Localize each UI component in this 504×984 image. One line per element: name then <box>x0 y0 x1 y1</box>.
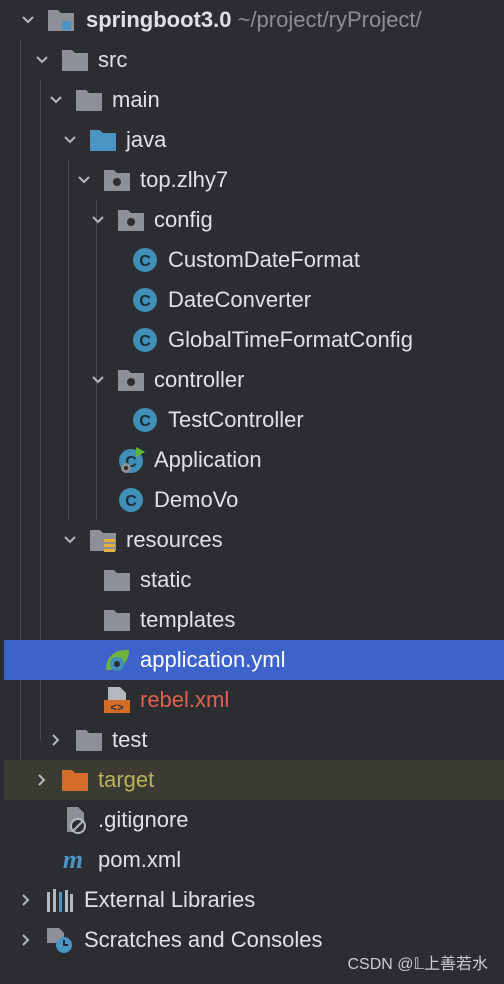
tree-label: DateConverter <box>168 287 312 312</box>
class-icon: C <box>130 246 160 274</box>
package-icon <box>102 166 132 194</box>
tree-label: test <box>112 727 148 752</box>
folder-icon <box>102 566 132 594</box>
tree-label: src <box>98 47 128 72</box>
project-tree: springboot3.0 ~/project/ryProject/ src m… <box>0 0 504 984</box>
chevron-right-icon[interactable] <box>46 720 66 760</box>
spring-yaml-icon <box>102 646 132 674</box>
chevron-down-icon[interactable] <box>88 360 108 400</box>
tree-label: target <box>98 767 155 792</box>
tree-label: top.zlhy7 <box>140 167 229 192</box>
tree-label: resources <box>126 527 223 552</box>
tree-label: config <box>154 207 213 232</box>
excluded-folder-icon <box>60 766 90 794</box>
tree-row-application-yml[interactable]: application.yml <box>4 640 504 680</box>
tree-row-templates[interactable]: templates <box>0 600 504 640</box>
tree-label: java <box>126 127 167 152</box>
tree-row-controller[interactable]: controller <box>0 360 504 400</box>
svg-text:C: C <box>139 253 151 270</box>
folder-icon <box>74 86 104 114</box>
tree-label: CustomDateFormat <box>168 247 360 272</box>
class-icon: C <box>116 486 146 514</box>
tree-row-src[interactable]: src <box>0 40 504 80</box>
tree-row-config[interactable]: config <box>0 200 504 240</box>
chevron-down-icon[interactable] <box>46 80 66 120</box>
tree-label: application.yml <box>140 647 286 672</box>
svg-text:m: m <box>63 846 83 874</box>
tree-label: pom.xml <box>98 847 182 872</box>
tree-label: controller <box>154 367 245 392</box>
chevron-down-icon[interactable] <box>18 0 38 40</box>
class-icon: C <box>130 286 160 314</box>
libraries-icon <box>44 886 74 914</box>
tree-row-resources[interactable]: resources <box>0 520 504 560</box>
scratches-icon <box>44 926 74 954</box>
tree-label: static <box>140 567 192 592</box>
tree-label: DemoVo <box>154 487 239 512</box>
svg-text:<>: <> <box>110 703 124 714</box>
tree-row-test[interactable]: test <box>0 720 504 760</box>
tree-row-static[interactable]: static <box>0 560 504 600</box>
class-icon: C <box>130 326 160 354</box>
chevron-right-icon[interactable] <box>16 920 36 960</box>
tree-label: templates <box>140 607 236 632</box>
class-icon: C <box>130 406 160 434</box>
ignore-file-icon <box>60 806 90 834</box>
folder-icon <box>74 726 104 754</box>
folder-icon <box>60 46 90 74</box>
tree-row-java[interactable]: java <box>0 120 504 160</box>
watermark: CSDN @𝕃上善若水 <box>347 956 488 973</box>
tree-row-test-controller[interactable]: C TestController <box>0 400 504 440</box>
chevron-down-icon[interactable] <box>88 200 108 240</box>
project-path: ~/project/ryProject/ <box>237 7 422 32</box>
chevron-down-icon[interactable] <box>60 520 80 560</box>
xml-file-icon: <> <box>102 686 132 714</box>
chevron-right-icon[interactable] <box>32 760 52 800</box>
spring-boot-application-icon: C <box>116 446 146 474</box>
tree-row-date-converter[interactable]: C DateConverter <box>0 280 504 320</box>
chevron-down-icon[interactable] <box>32 40 52 80</box>
package-icon <box>116 206 146 234</box>
tree-row-demo-vo[interactable]: C DemoVo <box>0 480 504 520</box>
svg-text:C: C <box>139 293 151 310</box>
tree-row-target[interactable]: target <box>4 760 504 800</box>
svg-text:C: C <box>125 493 137 510</box>
resources-folder-icon <box>88 526 118 554</box>
tree-row-gitignore[interactable]: .gitignore <box>0 800 504 840</box>
project-name: springboot3.0 <box>86 7 232 32</box>
tree-row-application[interactable]: C Application <box>0 440 504 480</box>
maven-icon: m <box>58 846 88 874</box>
tree-label: Application <box>154 447 262 472</box>
tree-row-main[interactable]: main <box>0 80 504 120</box>
tree-label: .gitignore <box>98 807 189 832</box>
module-folder-icon <box>46 6 76 34</box>
tree-row-pom-xml[interactable]: m pom.xml <box>0 840 504 880</box>
tree-row-project-root[interactable]: springboot3.0 ~/project/ryProject/ <box>0 0 504 40</box>
tree-row-package[interactable]: top.zlhy7 <box>0 160 504 200</box>
tree-label: main <box>112 87 160 112</box>
tree-row-custom-date-format[interactable]: C CustomDateFormat <box>0 240 504 280</box>
svg-text:C: C <box>139 333 151 350</box>
tree-row-rebel-xml[interactable]: <> rebel.xml <box>0 680 504 720</box>
tree-row-external-libraries[interactable]: External Libraries <box>0 880 504 920</box>
tree-label: TestController <box>168 407 304 432</box>
folder-icon <box>102 606 132 634</box>
chevron-down-icon[interactable] <box>60 120 80 160</box>
tree-label: Scratches and Consoles <box>84 927 323 952</box>
tree-label: GlobalTimeFormatConfig <box>168 327 413 352</box>
source-folder-icon <box>88 126 118 154</box>
chevron-right-icon[interactable] <box>16 880 36 920</box>
svg-text:C: C <box>139 413 151 430</box>
tree-row-global-time-format-config[interactable]: C GlobalTimeFormatConfig <box>0 320 504 360</box>
chevron-down-icon[interactable] <box>74 160 94 200</box>
tree-label: External Libraries <box>84 887 256 912</box>
package-icon <box>116 366 146 394</box>
tree-label: rebel.xml <box>140 687 230 712</box>
